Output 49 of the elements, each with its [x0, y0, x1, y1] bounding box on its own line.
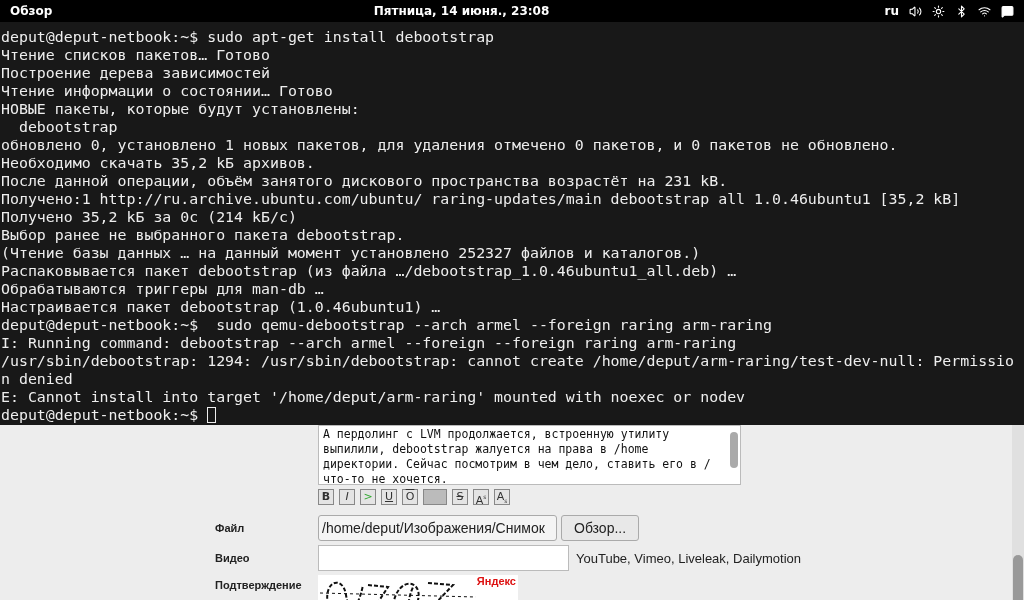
format-button[interactable]: A$^{s}$ [473, 489, 489, 505]
wifi-icon[interactable] [978, 4, 991, 18]
terminal-line: Построение дерева зависимостей [1, 64, 270, 82]
file-path-field[interactable]: /home/deput/Изображения/Снимок [318, 515, 557, 541]
terminal-line: (Чтение базы данных … на данный момент установлено 252327 файлов и каталогов.) [1, 244, 701, 262]
terminal-line: Чтение списков пакетов… Готово [1, 46, 270, 64]
terminal-line: Обрабатываются триггеры для man-db … [1, 280, 324, 298]
terminal-line: deput@deput-netbook:~$ sudo qemu-debootstrap --arch armel --foreign raring arm-raring [1, 316, 772, 334]
format-button[interactable]: S [452, 489, 468, 505]
activities-button[interactable]: Обзор [10, 4, 53, 18]
terminal-line: Чтение информации о состоянии… Готово [1, 82, 333, 100]
video-field[interactable] [318, 545, 569, 571]
terminal-line: обновлено 0, установлено 1 новых пакетов, для удаления отмечено 0 пакетов, и 0 пакетов не обновлено. [1, 136, 898, 154]
terminal-line: Получено:1 http://ru.archive.ubuntu.com/ubuntu/ raring-updates/main debootstrap all 1.0.46ubuntu1 [35,2 kB] [1, 190, 961, 208]
terminal-line: Получено 35,2 kБ за 0с (214 kБ/c) [1, 208, 297, 226]
format-button[interactable]: A$_{s}$ [494, 489, 510, 505]
volume-icon[interactable] [909, 4, 922, 18]
terminal-line: После данной операции, объём занятого дискового пространства возрастёт на 231 kB. [1, 172, 728, 190]
terminal-line: debootstrap [17, 118, 118, 136]
terminal-line: I: Running command: debootstrap --arch armel --foreign --foreign raring arm-raring [1, 334, 737, 352]
field-label: Видео [215, 552, 251, 564]
terminal-line: deput@deput-netbook:~$ sudo apt-get install debootstrap [1, 28, 495, 46]
terminal-window[interactable] [0, 22, 1024, 425]
message-field[interactable]: А пердолинг с LVM продолжается, встроенную утилиту выпилили, debootstrap жалуется на права в /home директории. Сейчас посмотрим в чем дело, ставить его в / что-то не хочется. [318, 425, 741, 485]
terminal-line: /usr/sbin/debootstrap: 1294: /usr/sbin/debootstrap: cannot create /home/deput/arm-raring/test-dev-null: Permissio [1, 352, 1015, 370]
format-button[interactable]: I [339, 489, 355, 505]
terminal-line: НОВЫЕ пакеты, которые будут установлены: [1, 100, 360, 118]
terminal-line: Распаковывается пакет debootstrap (из файла …/debootstrap_1.0.46ubuntu1_all.deb) … [1, 262, 737, 280]
format-button[interactable]: B [318, 489, 334, 505]
format-button[interactable]: U [381, 489, 397, 505]
keyboard-layout[interactable]: ru [884, 4, 899, 18]
terminal-line: Необходимо скачать 35,2 kБ архивов. [1, 154, 315, 172]
terminal-line: deput@deput-netbook:~$ [1, 406, 200, 424]
clock[interactable]: Пятница, 14 июня., 23:08 [52, 4, 871, 18]
format-button[interactable]: O [402, 489, 418, 505]
terminal-line: E: Cannot install into target '/home/deput/arm-raring' mounted with noexec or nodev [1, 388, 746, 406]
field-label: Подтверждение [215, 578, 303, 591]
captcha-brand: Яндекс [476, 575, 516, 587]
terminal-line: Настраивается пакет debootstrap (1.0.46ubuntu1) … [1, 298, 441, 316]
video-hint: YouTube, Vimeo, Liveleak, Dailymotion [576, 550, 801, 566]
scrollbar-thumb[interactable] [730, 432, 738, 468]
field-label: Файл [215, 522, 246, 534]
chat-icon[interactable] [1001, 4, 1014, 18]
brightness-icon[interactable] [932, 4, 945, 18]
terminal-line: n denied [1, 370, 73, 388]
terminal-line: Выбор ранее не выбранного пакета debootstrap. [1, 226, 405, 244]
browse-button[interactable]: Обзор... [561, 515, 640, 541]
scrollbar-thumb[interactable] [1013, 555, 1023, 600]
bluetooth-icon[interactable] [955, 4, 968, 18]
